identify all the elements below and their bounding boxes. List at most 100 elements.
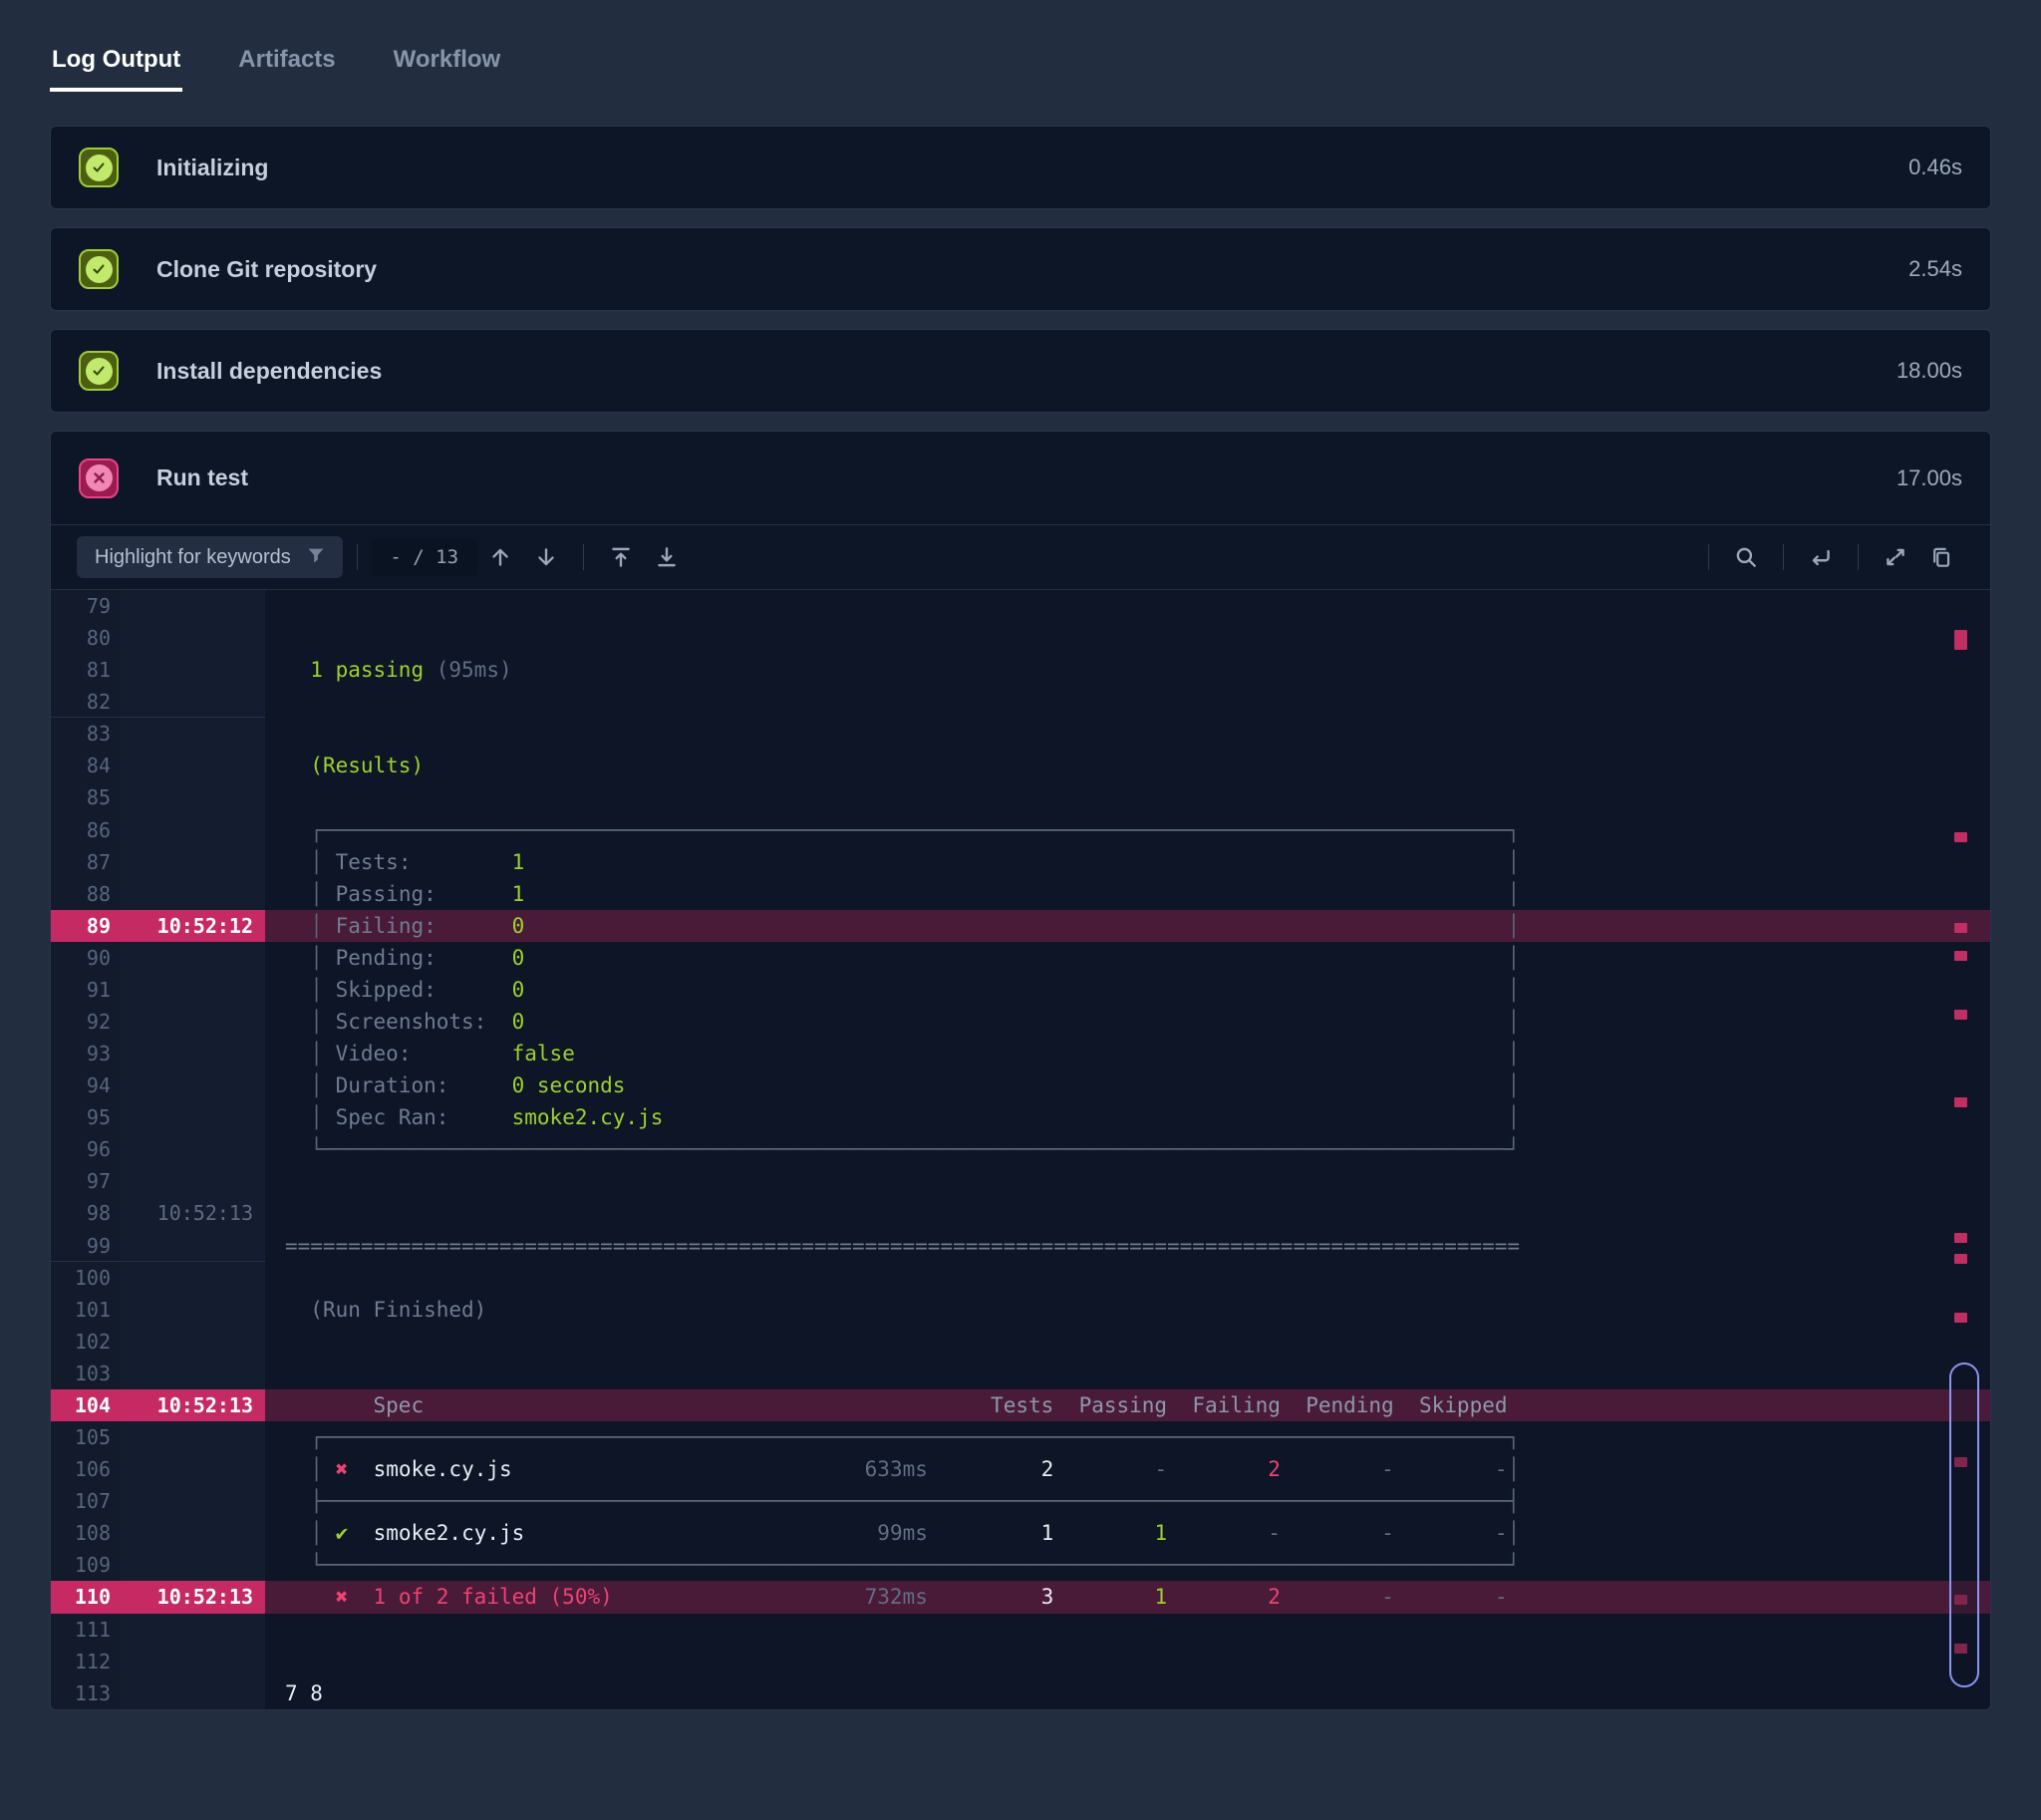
line-timestamp	[121, 973, 265, 1007]
line-number[interactable]: 85	[51, 781, 121, 814]
error-marker	[1954, 1313, 1967, 1324]
check-icon	[79, 249, 119, 289]
log-line: 85	[51, 781, 1990, 814]
line-number[interactable]: 97	[51, 1165, 121, 1198]
step-header[interactable]: Run test 17.00s	[51, 432, 1990, 525]
tab-log-output[interactable]: Log Output	[49, 46, 183, 92]
line-number[interactable]: 109	[51, 1549, 121, 1582]
line-timestamp	[121, 1165, 265, 1198]
line-content	[265, 781, 1990, 813]
copy-icon[interactable]	[1922, 538, 1960, 576]
line-number[interactable]: 112	[51, 1645, 121, 1677]
line-number[interactable]: 101	[51, 1293, 121, 1326]
log-line: 102	[51, 1325, 1990, 1358]
line-number[interactable]: 104	[51, 1388, 121, 1422]
line-number[interactable]: 111	[51, 1613, 121, 1646]
line-content: ✖ 1 of 2 failed (50%) 732ms 3 1 2 - -	[265, 1581, 1990, 1614]
line-timestamp	[121, 845, 265, 878]
wrap-lines-icon[interactable]	[1802, 538, 1840, 576]
line-number[interactable]: 103	[51, 1357, 121, 1389]
error-marker	[1954, 630, 1967, 651]
line-timestamp	[121, 1421, 265, 1454]
line-timestamp	[121, 686, 265, 719]
line-number[interactable]: 82	[51, 686, 121, 719]
line-number[interactable]: 108	[51, 1517, 121, 1550]
step-header[interactable]: Initializing 0.46s	[51, 127, 1990, 208]
step-duration: 2.54s	[1908, 256, 1962, 281]
line-number[interactable]: 93	[51, 1038, 121, 1070]
line-timestamp	[121, 1325, 265, 1358]
scroll-to-bottom-button[interactable]	[648, 538, 686, 576]
line-number[interactable]: 89	[51, 909, 121, 942]
line-number[interactable]: 96	[51, 1133, 121, 1166]
line-content: └───────────────────────────────────────…	[310, 1553, 1521, 1578]
prev-match-button[interactable]	[481, 538, 519, 576]
log-line: 91 │ Skipped: 0 │	[51, 973, 1990, 1007]
line-number[interactable]: 107	[51, 1485, 121, 1518]
line-content: │ Pending: 0 │	[310, 945, 1521, 970]
line-number[interactable]: 83	[51, 718, 121, 751]
step-title: Clone Git repository	[156, 255, 378, 282]
line-number[interactable]: 95	[51, 1101, 121, 1134]
next-match-button[interactable]	[527, 538, 565, 576]
line-number[interactable]: 79	[51, 590, 121, 623]
step-panel-install-deps: Install dependencies 18.00s	[50, 329, 1991, 413]
line-content: │ Screenshots: 0 │	[310, 1010, 1521, 1035]
tab-workflow[interactable]: Workflow	[394, 46, 501, 92]
line-timestamp: 10:52:13	[121, 1388, 265, 1422]
line-timestamp	[121, 781, 265, 814]
line-timestamp	[121, 590, 265, 623]
tab-artifacts[interactable]: Artifacts	[238, 46, 335, 92]
expand-icon[interactable]	[1877, 538, 1914, 576]
log-toolbar-right	[1694, 538, 1964, 576]
log-line: 86 ┌────────────────────────────────────…	[51, 813, 1990, 846]
line-number[interactable]: 90	[51, 941, 121, 974]
error-marker	[1954, 922, 1967, 933]
line-number[interactable]: 113	[51, 1676, 121, 1709]
line-number[interactable]: 105	[51, 1421, 121, 1454]
line-number[interactable]: 106	[51, 1453, 121, 1486]
log-line: 105 ┌───────────────────────────────────…	[51, 1421, 1990, 1454]
line-number[interactable]: 80	[51, 622, 121, 655]
step-panel-clone-git: Clone Git repository 2.54s	[50, 227, 1991, 311]
check-icon	[79, 351, 119, 391]
line-number[interactable]: 110	[51, 1581, 121, 1614]
line-number[interactable]: 94	[51, 1069, 121, 1102]
line-content: Spec Tests Passing Failing Pending Skipp…	[265, 1388, 1990, 1422]
check-icon	[79, 148, 119, 187]
line-number[interactable]: 86	[51, 813, 121, 846]
line-number[interactable]: 91	[51, 973, 121, 1007]
line-timestamp	[121, 941, 265, 974]
scroll-to-top-button[interactable]	[602, 538, 640, 576]
line-number[interactable]: 102	[51, 1325, 121, 1358]
log-minimap-scrollbar[interactable]	[1944, 590, 1990, 1709]
scrollbar-thumb[interactable]	[1949, 1362, 1979, 1687]
line-number[interactable]: 98	[51, 1197, 121, 1230]
line-timestamp	[121, 1133, 265, 1166]
keyword-filter-input[interactable]: Highlight for keywords	[77, 536, 343, 578]
step-panel-initializing: Initializing 0.46s	[50, 126, 1991, 209]
line-number[interactable]: 87	[51, 845, 121, 878]
toolbar-divider	[1858, 544, 1859, 570]
line-number[interactable]: 100	[51, 1261, 121, 1294]
line-number[interactable]: 84	[51, 750, 121, 782]
line-content: │ Passing: 1 │	[310, 881, 1521, 906]
log-line: 79	[51, 590, 1990, 623]
line-content	[265, 1646, 1990, 1677]
step-header[interactable]: Clone Git repository 2.54s	[51, 228, 1990, 310]
line-timestamp	[121, 813, 265, 846]
log-line: 107 ├───────────────────────────────────…	[51, 1485, 1990, 1518]
log-line: 93 │ Video: false │	[51, 1038, 1990, 1070]
line-timestamp	[121, 1261, 265, 1294]
search-icon[interactable]	[1727, 538, 1765, 576]
step-duration: 0.46s	[1908, 154, 1962, 179]
line-timestamp	[121, 1676, 265, 1709]
step-header[interactable]: Install dependencies 18.00s	[51, 330, 1990, 412]
line-number[interactable]: 81	[51, 654, 121, 687]
line-number[interactable]: 92	[51, 1006, 121, 1039]
line-number[interactable]: 99	[51, 1229, 121, 1262]
log-line: 100	[51, 1261, 1990, 1294]
line-number[interactable]: 88	[51, 877, 121, 910]
line-content	[265, 1262, 1990, 1294]
x-icon	[79, 457, 119, 498]
